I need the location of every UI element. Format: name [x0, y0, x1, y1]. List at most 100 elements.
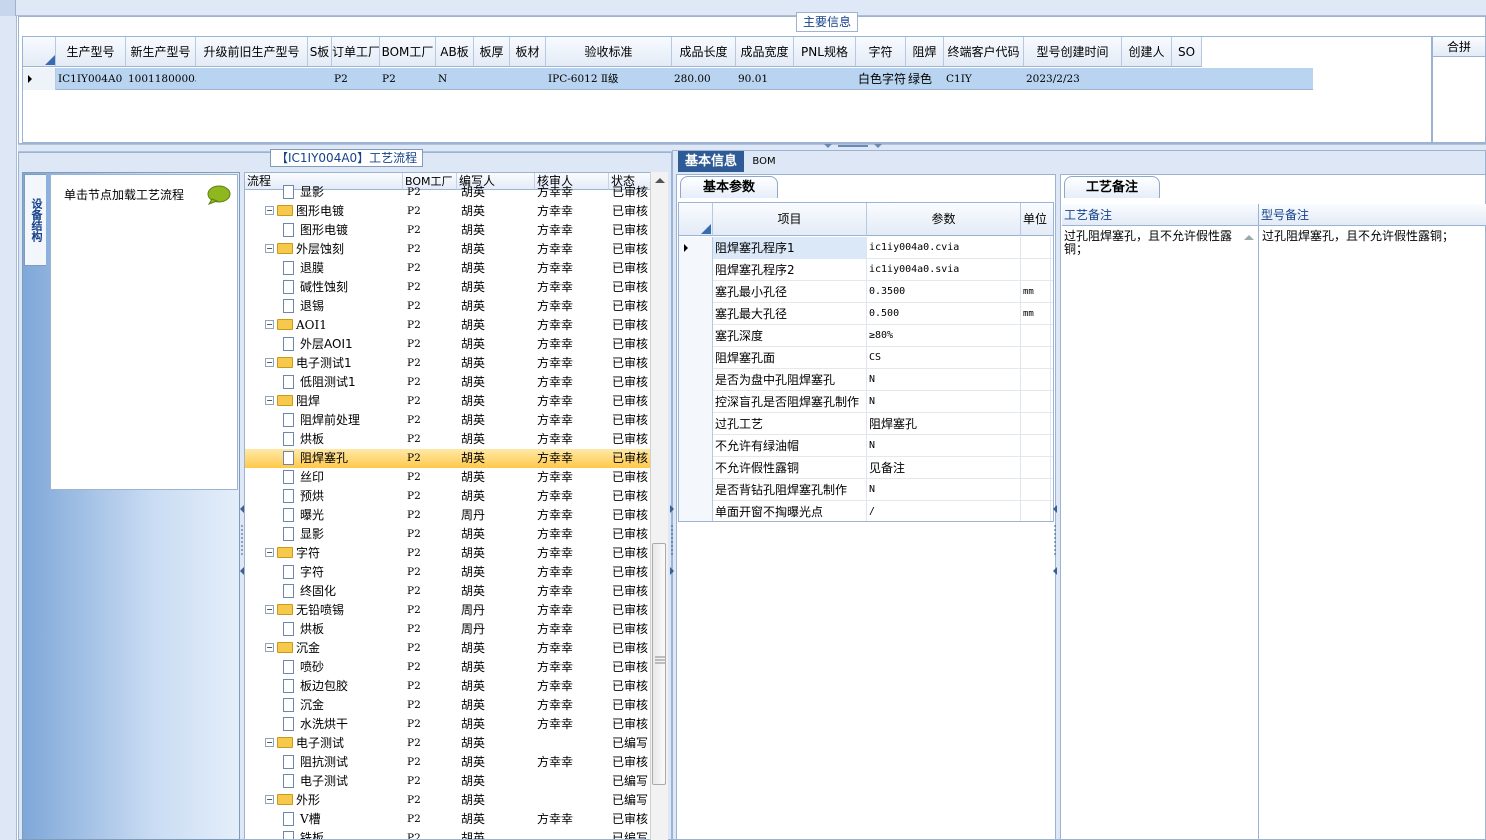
- tree-row[interactable]: − 图形电镀 P2 胡英 方幸幸 已审核: [245, 202, 651, 221]
- param-row[interactable]: 不允许假性露铜 见备注: [679, 457, 1053, 479]
- grid-corner-header[interactable]: [23, 37, 56, 67]
- tree-row[interactable]: 烘板 P2 周丹 方幸幸 已审核: [245, 620, 651, 639]
- tree-node[interactable]: 沉金: [283, 696, 324, 715]
- col-header-material[interactable]: 板材: [510, 37, 546, 67]
- col-header-pnl[interactable]: PNL规格: [794, 37, 856, 67]
- tree-row[interactable]: − AOI1 P2 胡英 方幸幸 已审核: [245, 316, 651, 335]
- tree-node[interactable]: 曝光: [283, 506, 324, 525]
- param-row[interactable]: 塞孔深度 ≥80%: [679, 325, 1053, 347]
- param-value[interactable]: 0.3500: [867, 281, 1021, 303]
- param-row[interactable]: 单面开窗不掏曝光点 /: [679, 501, 1053, 521]
- col-header-unit[interactable]: 单位: [1021, 203, 1053, 236]
- collapse-icon[interactable]: −: [265, 605, 274, 614]
- tree-node[interactable]: − 外层蚀刻: [265, 240, 344, 259]
- tree-row[interactable]: 板边包胶 P2 胡英 方幸幸 已审核: [245, 677, 651, 696]
- collapse-icon[interactable]: −: [265, 358, 274, 367]
- tree-row[interactable]: 退锡 P2 胡英 方幸幸 已审核: [245, 297, 651, 316]
- param-item[interactable]: 塞孔最小孔径: [713, 281, 867, 303]
- tree-node[interactable]: 烘板: [283, 620, 324, 639]
- col-header-so[interactable]: SO: [1172, 37, 1202, 67]
- tree-row[interactable]: 预烘 P2 胡英 方幸幸 已审核: [245, 487, 651, 506]
- param-item[interactable]: 不允许假性露铜: [713, 457, 867, 479]
- param-row[interactable]: 不允许有绿油帽 N: [679, 435, 1053, 457]
- param-row[interactable]: 是否为盘中孔阻焊塞孔 N: [679, 369, 1053, 391]
- tree-row[interactable]: 退膜 P2 胡英 方幸幸 已审核: [245, 259, 651, 278]
- col-header-created[interactable]: 型号创建时间: [1024, 37, 1122, 67]
- param-item[interactable]: 塞孔深度: [713, 325, 867, 347]
- process-flow-tree[interactable]: 流程 BOM工厂 编写人 核审人 状态 显影 P2 胡英 方幸幸 已审核 − 图形电镀 P2 胡…: [244, 172, 668, 840]
- tree-row[interactable]: 图形电镀 P2 胡英 方幸幸 已审核: [245, 221, 651, 240]
- col-header-width[interactable]: 成品宽度: [736, 37, 794, 67]
- tree-row[interactable]: 阻焊塞孔 P2 胡英 方幸幸 已审核: [245, 449, 651, 468]
- param-item[interactable]: 过孔工艺: [713, 413, 867, 435]
- main-info-grid[interactable]: 生产型号 新生产型号 升级前旧生产型号 S板 订单工厂 BOM工厂 AB板 板厚 板材 验收标准成…: [22, 36, 1432, 143]
- tree-node[interactable]: 图形电镀: [283, 221, 348, 240]
- tree-node[interactable]: 阻抗测试: [283, 753, 348, 772]
- cell-pnl[interactable]: [794, 68, 856, 90]
- cell-so[interactable]: [1172, 68, 1202, 90]
- param-value[interactable]: 阻焊塞孔: [867, 413, 1021, 435]
- scrollbar-thumb[interactable]: [652, 543, 666, 785]
- tree-node[interactable]: 低阻测试1: [283, 373, 356, 392]
- param-item[interactable]: 阻焊塞孔面: [713, 347, 867, 369]
- tree-node[interactable]: 显影: [283, 183, 324, 202]
- col-header-item[interactable]: 项目: [713, 203, 867, 236]
- tree-row[interactable]: − 无铅喷锡 P2 周丹 方幸幸 已审核: [245, 601, 651, 620]
- collapse-icon[interactable]: −: [265, 206, 274, 215]
- model-note-text[interactable]: 过孔阻焊塞孔，且不允许假性露铜；: [1262, 230, 1484, 243]
- tree-row[interactable]: 烘板 P2 胡英 方幸幸 已审核: [245, 430, 651, 449]
- params-grid[interactable]: 项目 参数 单位 阻焊塞孔程序1 ic1iy004a0.cvia 阻焊塞孔程序2 ic…: [678, 202, 1054, 522]
- table-row[interactable]: IC1IY004A010011800005805P2P2NIPC-6012 Ⅱ级…: [23, 68, 1313, 90]
- tree-collapse-grip-icon[interactable]: [668, 505, 676, 575]
- param-row[interactable]: 阻焊塞孔程序1 ic1iy004a0.cvia: [679, 237, 1053, 259]
- col-header-production-model[interactable]: 生产型号: [56, 37, 126, 67]
- tree-node[interactable]: 终固化: [283, 582, 336, 601]
- col-header-thickness[interactable]: 板厚: [474, 37, 510, 67]
- scroll-up-icon[interactable]: [654, 175, 666, 185]
- tree-node[interactable]: − 图形电镀: [265, 202, 344, 221]
- tree-node[interactable]: − 沉金: [265, 639, 320, 658]
- tree-node[interactable]: − 外形: [265, 791, 320, 810]
- param-item[interactable]: 是否为盘中孔阻焊塞孔: [713, 369, 867, 391]
- equipment-tree-box[interactable]: [50, 174, 238, 490]
- param-row[interactable]: 控深盲孔是否阻焊塞孔制作 N: [679, 391, 1053, 413]
- tree-node[interactable]: 丝印: [283, 468, 324, 487]
- param-value[interactable]: CS: [867, 347, 1021, 369]
- tree-node[interactable]: 外层AOI1: [283, 335, 353, 354]
- col-header-bom-factory[interactable]: BOM工厂: [380, 37, 436, 67]
- param-value[interactable]: 见备注: [867, 457, 1021, 479]
- param-value[interactable]: ic1iy004a0.cvia: [867, 237, 1021, 259]
- cell-length[interactable]: 280.00: [672, 68, 736, 90]
- tree-row[interactable]: 电子测试 P2 胡英 已编写: [245, 772, 651, 791]
- params-corner-header[interactable]: [679, 203, 713, 236]
- collapse-icon[interactable]: −: [265, 548, 274, 557]
- param-value[interactable]: N: [867, 435, 1021, 457]
- cell-customer-code[interactable]: C1IY: [944, 68, 1024, 90]
- tree-row[interactable]: 阻焊前处理 P2 胡英 方幸幸 已审核: [245, 411, 651, 430]
- col-header-s-board[interactable]: S板: [308, 37, 332, 67]
- tree-node[interactable]: 烘板: [283, 430, 324, 449]
- param-value[interactable]: N: [867, 391, 1021, 413]
- tree-node[interactable]: 退膜: [283, 259, 324, 278]
- note-scroll-up-icon[interactable]: [1243, 232, 1255, 242]
- param-item[interactable]: 不允许有绿油帽: [713, 435, 867, 457]
- tree-node[interactable]: 阻焊前处理: [283, 411, 360, 430]
- tree-row[interactable]: 外层AOI1 P2 胡英 方幸幸 已审核: [245, 335, 651, 354]
- param-value[interactable]: ≥80%: [867, 325, 1021, 347]
- col-header-standard[interactable]: 验收标准: [546, 37, 672, 67]
- tree-node[interactable]: 碱性蚀刻: [283, 278, 348, 297]
- cell-bom-factory[interactable]: P2: [380, 68, 436, 90]
- param-row[interactable]: 塞孔最小孔径 0.3500 mm: [679, 281, 1053, 303]
- param-item[interactable]: 是否背钻孔阻焊塞孔制作: [713, 479, 867, 501]
- process-note-text[interactable]: 过孔阻焊塞孔，且不允许假性露铜；: [1064, 230, 1242, 256]
- col-header-customer-code[interactable]: 终端客户代码: [944, 37, 1024, 67]
- tab-basic-info[interactable]: 基本信息: [678, 151, 744, 172]
- param-value[interactable]: 0.500: [867, 303, 1021, 325]
- cell-order-factory[interactable]: P2: [332, 68, 380, 90]
- param-item[interactable]: 单面开窗不掏曝光点: [713, 501, 867, 521]
- tree-row[interactable]: 低阻测试1 P2 胡英 方幸幸 已审核: [245, 373, 651, 392]
- cell-char[interactable]: 白色字符: [856, 68, 906, 90]
- cell-solder-mask[interactable]: 绿色: [906, 68, 944, 90]
- tree-node[interactable]: − 电子测试: [265, 734, 344, 753]
- cell-material[interactable]: [510, 68, 546, 90]
